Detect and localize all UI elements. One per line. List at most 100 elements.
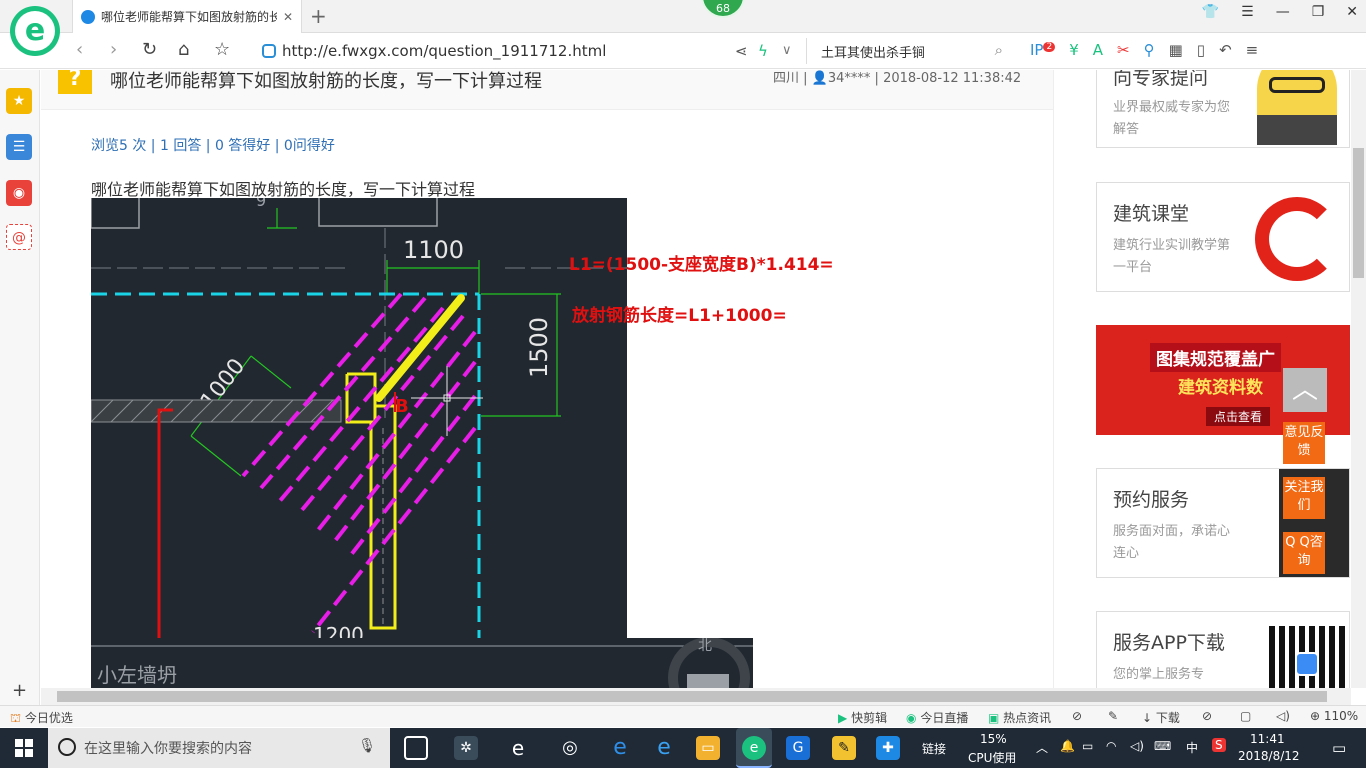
sogou-ime-icon[interactable]: S	[1212, 738, 1226, 752]
browser-tab[interactable]: 哪位老师能帮算下如图放射筋的长度，写一下计算过程 ✕	[72, 0, 302, 33]
keyboard-icon[interactable]: ⌨	[1154, 739, 1171, 753]
cleanup-icon[interactable]: ⊘	[1202, 709, 1212, 723]
question-stats[interactable]: 浏览5 次 | 1 回答 | 0 答得好 | 0问得好	[91, 135, 335, 155]
address-bar[interactable]: http://e.fwxgx.com/question_1911712.html	[262, 40, 722, 62]
money-shield-icon[interactable]: ¥	[1069, 41, 1079, 59]
battery-icon[interactable]: ▭	[1082, 739, 1093, 753]
file-explorer-icon[interactable]: ▭	[696, 736, 720, 760]
back-to-top-button[interactable]: ︿	[1283, 368, 1327, 412]
email-icon[interactable]: @	[6, 224, 32, 250]
phone-icon[interactable]: ▯	[1197, 41, 1205, 59]
feedback-button[interactable]: 意见反馈	[1283, 422, 1325, 464]
question-user[interactable]: 34****	[828, 71, 871, 86]
dimension-tick	[190, 435, 242, 477]
favorites-star-icon[interactable]: ★	[6, 88, 32, 114]
cpu-label: CPU使用	[968, 751, 1017, 765]
notes-app-icon[interactable]: ✎	[832, 736, 856, 760]
minimize-button[interactable]: —	[1276, 4, 1290, 20]
swirl-app-icon[interactable]: ◎	[558, 736, 582, 760]
weibo-icon[interactable]: ◉	[6, 180, 32, 206]
highlighted-length-L1	[375, 294, 465, 402]
qr-code-icon	[1269, 626, 1345, 688]
search-box[interactable]: 土耳其使出杀手锏 ⌕	[806, 38, 1011, 64]
more-menu-icon[interactable]: ≡	[1246, 41, 1259, 59]
volume-icon[interactable]: ◁)	[1130, 739, 1144, 753]
start-button[interactable]	[0, 728, 48, 768]
search-icon[interactable]: ⌕	[995, 41, 1003, 59]
ime-indicator[interactable]: 中	[1186, 739, 1198, 756]
vertical-scrollbar[interactable]	[1351, 70, 1366, 688]
undo-icon[interactable]: ↶	[1219, 41, 1232, 59]
follow-us-button[interactable]: 关注我们	[1283, 477, 1325, 519]
ask-expert-card[interactable]: 向专家提问 业界最权威专家为您解答	[1096, 70, 1350, 148]
live-item[interactable]: ◉ 今日直播	[906, 709, 968, 726]
g-app-icon[interactable]: G	[786, 736, 810, 760]
favorite-star-icon[interactable]: ☆	[214, 39, 230, 60]
scissors-icon[interactable]: ✂	[1117, 41, 1130, 59]
magnifier-icon[interactable]: ⚲	[1144, 41, 1155, 59]
quick-cut-item[interactable]: ▶ 快剪辑	[838, 709, 887, 726]
share-icon[interactable]: ⋖	[735, 42, 748, 60]
notification-bell-icon[interactable]: 🔔	[1060, 739, 1075, 753]
app-download-card[interactable]: 服务APP下载 您的掌上服务专	[1096, 611, 1350, 688]
browser-logo-icon[interactable]: e	[10, 6, 60, 56]
translate-icon[interactable]: A	[1093, 41, 1103, 59]
formula-note-1: L1=(1500-支座宽度B)*1.414=	[569, 255, 834, 275]
vertical-scroll-thumb[interactable]	[1353, 148, 1364, 278]
microphone-icon[interactable]: 🎙	[358, 738, 376, 754]
horizontal-scroll-thumb[interactable]	[57, 691, 1327, 702]
horizontal-scrollbar[interactable]	[41, 688, 1351, 705]
north-label: 北	[698, 638, 712, 654]
forward-button[interactable]: ›	[110, 39, 117, 60]
360-browser-task-icon[interactable]: e	[736, 728, 772, 768]
news-list-icon[interactable]: ☰	[6, 134, 32, 160]
lightning-icon[interactable]: ϟ	[758, 42, 768, 60]
menu-icon[interactable]: ☰	[1241, 4, 1254, 20]
zoom-item[interactable]: ⊕ 110%	[1310, 709, 1358, 723]
plus-app-icon[interactable]: ✚	[876, 736, 900, 760]
fan-app-icon[interactable]: ✲	[454, 736, 478, 760]
clock-time[interactable]: 11:41	[1250, 732, 1285, 746]
action-center-icon[interactable]: ▭	[1332, 739, 1346, 757]
promo-view-button[interactable]: 点击查看	[1206, 407, 1271, 426]
zoom-icon: ⊕	[1310, 709, 1321, 723]
deals-item[interactable]: ⛫ 今日优选	[10, 709, 73, 727]
card-desc: 您的掌上服务专	[1113, 667, 1205, 682]
tab-title: 哪位老师能帮算下如图放射筋的长度，写一下计算过程	[101, 10, 277, 24]
wrench-icon[interactable]: ✎	[1108, 709, 1118, 723]
close-window-button[interactable]: ✕	[1346, 4, 1358, 20]
sound-icon[interactable]: ◁)	[1276, 709, 1290, 723]
ie-e-icon[interactable]: e	[506, 736, 530, 760]
refresh-button[interactable]: ↻	[142, 39, 157, 60]
window-icon[interactable]: ▢	[1240, 709, 1251, 723]
restore-button[interactable]: ❐	[1312, 4, 1325, 20]
apps-grid-icon[interactable]: ▦	[1169, 41, 1183, 59]
clock-date[interactable]: 2018/8/12	[1238, 749, 1300, 763]
wifi-icon[interactable]: ◠	[1106, 739, 1116, 753]
new-tab-button[interactable]: +	[310, 4, 327, 28]
back-button[interactable]: ‹	[76, 39, 83, 60]
score-badge[interactable]: 68	[701, 0, 745, 18]
speed-icon[interactable]: ⊘	[1072, 709, 1082, 723]
qq-consult-button[interactable]: Q Q咨询	[1283, 532, 1325, 574]
question-header: ? 哪位老师能帮算下如图放射筋的长度，写一下计算过程 四川 | 👤34**** …	[41, 70, 1053, 110]
chevron-down-icon[interactable]: ∨	[782, 43, 792, 58]
card-title: 预约服务	[1113, 489, 1190, 511]
download-item[interactable]: ↓ 下载	[1142, 709, 1180, 726]
close-tab-icon[interactable]: ✕	[283, 10, 293, 24]
task-view-icon[interactable]	[404, 736, 428, 760]
live-icon: ◉	[906, 711, 917, 725]
shirt-icon[interactable]: 👕	[1202, 4, 1219, 20]
taskbar-search-input[interactable]: 在这里输入你要搜索的内容 🎙	[48, 728, 390, 768]
ip-extension-icon[interactable]: IP 2	[1030, 41, 1056, 59]
link-label[interactable]: 链接	[922, 740, 946, 757]
question-body: 哪位老师能帮算下如图放射筋的长度，写一下计算过程	[91, 180, 476, 199]
chevron-up-icon[interactable]: ︿	[1036, 739, 1048, 756]
add-sidebar-button[interactable]: +	[12, 680, 27, 701]
edge-icon[interactable]: e	[608, 736, 632, 760]
extension-icons: IP 2 ¥ A ✂ ⚲ ▦ ▯ ↶ ≡	[1030, 41, 1258, 59]
home-button[interactable]: ⌂	[178, 39, 189, 60]
building-class-card[interactable]: 建筑课堂 建筑行业实训教学第一平台	[1096, 182, 1350, 292]
hot-news-item[interactable]: ▣ 热点资讯	[988, 709, 1051, 726]
internet-explorer-icon[interactable]: e	[652, 736, 676, 760]
